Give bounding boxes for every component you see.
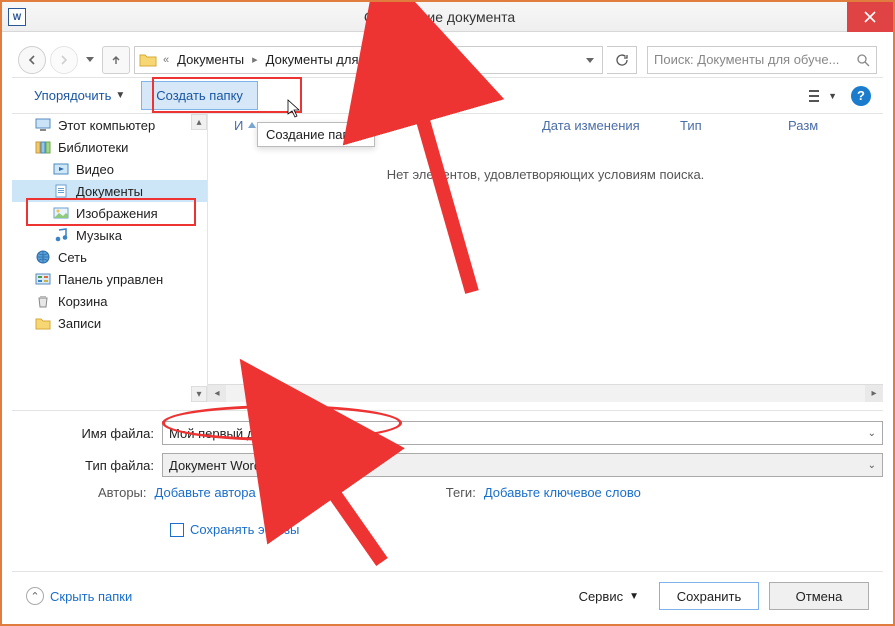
network-icon: [34, 249, 52, 265]
search-icon: [856, 53, 870, 67]
music-icon: [52, 227, 70, 243]
word-app-icon: W: [8, 8, 26, 26]
tree-scroll-down[interactable]: ▾: [191, 386, 207, 402]
chevron-down-icon: ▼: [629, 591, 639, 602]
tree-item-libraries[interactable]: Библиотеки: [12, 136, 207, 158]
breadcrumb-item[interactable]: Документы: [175, 52, 246, 67]
tree-item-recycle[interactable]: Корзина: [12, 290, 207, 312]
folder-icon: [34, 315, 52, 331]
tree-item-control-panel[interactable]: Панель управлен: [12, 268, 207, 290]
new-folder-button[interactable]: Создать папку: [141, 81, 258, 110]
address-bar[interactable]: « Документы ▸ Документы для обучения: [134, 46, 603, 74]
list-header[interactable]: И Дата изменения Тип Разм: [208, 114, 883, 137]
tree-item-video[interactable]: Видео: [12, 158, 207, 180]
tree-item-pictures[interactable]: Изображения: [12, 202, 207, 224]
tags-label: Теги:: [446, 485, 476, 500]
tree-item-notes[interactable]: Записи: [12, 312, 207, 334]
scroll-left[interactable]: ◂: [208, 385, 226, 402]
hide-folders-link[interactable]: Скрыть папки: [50, 589, 132, 604]
tree-item-computer[interactable]: Этот компьютер: [12, 114, 207, 136]
forward-button[interactable]: [50, 46, 78, 74]
pictures-icon: [52, 205, 70, 221]
search-input[interactable]: Поиск: Документы для обуче...: [647, 46, 877, 74]
breadcrumb-sep: «: [163, 54, 169, 66]
computer-icon: [34, 117, 52, 133]
chevron-right-icon: ▸: [252, 53, 258, 66]
tree-item-network[interactable]: Сеть: [12, 246, 207, 268]
col-name[interactable]: И: [214, 118, 534, 133]
chevron-down-icon: ▼: [115, 90, 125, 101]
recycle-icon: [34, 293, 52, 309]
add-tag-link[interactable]: Добавьте ключевое слово: [484, 485, 641, 500]
filename-label: Имя файла:: [12, 426, 162, 441]
sort-asc-icon: [247, 122, 257, 130]
filename-input[interactable]: Мой первый документ.docx ⌄: [162, 421, 883, 445]
save-thumbnail-checkbox[interactable]: [170, 523, 184, 537]
cancel-button[interactable]: Отмена: [769, 582, 869, 610]
folder-icon: [139, 52, 157, 68]
empty-results: Нет элементов, удовлетворяющих условиям …: [208, 167, 883, 182]
history-dropdown[interactable]: [82, 46, 98, 74]
documents-icon: [52, 183, 70, 199]
control-panel-icon: [34, 271, 52, 287]
tree-item-documents[interactable]: Документы: [12, 180, 207, 202]
tree-scroll-up[interactable]: ▴: [191, 114, 207, 130]
window-title: Сохранение документа: [32, 9, 847, 25]
back-button[interactable]: [18, 46, 46, 74]
address-dropdown[interactable]: [582, 52, 598, 67]
authors-label: Авторы:: [98, 485, 147, 500]
breadcrumb-item[interactable]: Документы для обучения: [264, 52, 421, 67]
chevron-down-icon[interactable]: ⌄: [868, 428, 876, 439]
service-dropdown[interactable]: Сервис ▼: [579, 589, 639, 604]
close-button[interactable]: [847, 2, 893, 32]
save-thumbnail-label: Сохранять эскизы: [190, 522, 299, 537]
up-button[interactable]: [102, 46, 130, 74]
col-size[interactable]: Разм: [788, 118, 848, 133]
tree-item-music[interactable]: Музыка: [12, 224, 207, 246]
search-placeholder: Поиск: Документы для обуче...: [654, 52, 850, 67]
col-type[interactable]: Тип: [680, 118, 780, 133]
horizontal-scrollbar[interactable]: ◂ ▸: [208, 384, 883, 402]
organize-button[interactable]: Упорядочить ▼: [24, 82, 135, 109]
add-author-link[interactable]: Добавьте автора: [155, 485, 256, 500]
refresh-button[interactable]: [607, 46, 637, 74]
col-date[interactable]: Дата изменения: [542, 118, 672, 133]
libraries-icon: [34, 139, 52, 155]
scroll-right[interactable]: ▸: [865, 385, 883, 402]
help-button[interactable]: ?: [851, 86, 871, 106]
view-options-button[interactable]: ▼: [809, 89, 837, 103]
chevron-down-icon[interactable]: ⌄: [868, 460, 876, 471]
navigation-tree[interactable]: Этот компьютер Библиотеки Видео Документ…: [12, 114, 208, 402]
expand-collapse-icon[interactable]: ⌃: [26, 587, 44, 605]
filetype-label: Тип файла:: [12, 458, 162, 473]
save-button[interactable]: Сохранить: [659, 582, 759, 610]
filetype-select[interactable]: Документ Word (*.docx) ⌄: [162, 453, 883, 477]
video-icon: [52, 161, 70, 177]
